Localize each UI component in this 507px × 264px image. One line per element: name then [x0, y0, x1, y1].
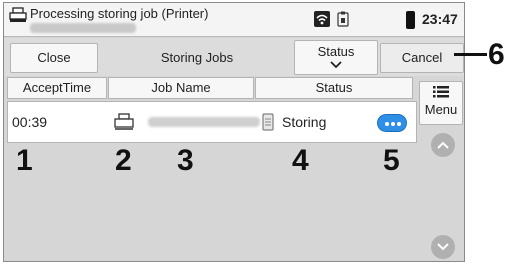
callout-4: 4 — [292, 144, 309, 177]
job-accept-time: 00:39 — [12, 114, 48, 130]
callout-5: 5 — [383, 144, 400, 177]
cancel-button[interactable]: Cancel — [380, 43, 464, 73]
status-bar: Processing storing job (Printer) 23:47 — [4, 3, 464, 37]
column-header-accept-time[interactable]: AcceptTime — [7, 77, 107, 99]
toolbar: Close Storing Jobs Status Cancel — [4, 38, 464, 76]
callout-leader-line — [454, 53, 487, 56]
menu-label: Menu — [424, 102, 458, 117]
chevron-down-icon — [330, 61, 342, 69]
more-dot — [397, 122, 401, 126]
storage-icon — [337, 11, 349, 27]
callout-1: 1 — [16, 144, 33, 177]
column-header-status[interactable]: Status — [255, 77, 413, 99]
job-status: Storing — [282, 114, 327, 130]
storage-box-icon — [262, 113, 274, 131]
device-screen: Processing storing job (Printer) 23:47 C… — [3, 2, 465, 262]
printer-icon — [114, 113, 134, 130]
scroll-down-button[interactable] — [431, 235, 455, 259]
callout-6: 6 — [488, 38, 505, 71]
column-header-job-name[interactable]: Job Name — [108, 77, 254, 99]
storing-jobs-tab[interactable]: Storing Jobs — [106, 43, 288, 73]
status-button-label: Status — [317, 44, 355, 59]
printer-icon — [9, 7, 27, 22]
chevron-up-icon — [437, 141, 449, 149]
callout-2: 2 — [115, 144, 132, 177]
more-dot — [391, 122, 395, 126]
chevron-down-icon — [437, 243, 449, 251]
wifi-icon — [314, 11, 330, 27]
status-title: Processing storing job (Printer) — [30, 6, 209, 21]
clock: 23:47 — [422, 11, 458, 27]
close-button[interactable]: Close — [10, 43, 98, 73]
redacted-job-name — [148, 117, 260, 127]
battery-icon — [406, 11, 415, 29]
job-details-button[interactable] — [377, 114, 407, 132]
callout-3: 3 — [177, 144, 194, 177]
list-menu-icon — [433, 86, 449, 98]
status-button[interactable]: Status — [294, 40, 378, 75]
menu-button[interactable]: Menu — [419, 81, 463, 125]
redacted-subtitle — [30, 23, 136, 33]
scroll-up-button[interactable] — [431, 133, 455, 157]
job-row[interactable]: 00:39 Storing — [7, 101, 417, 143]
more-dot — [385, 122, 389, 126]
